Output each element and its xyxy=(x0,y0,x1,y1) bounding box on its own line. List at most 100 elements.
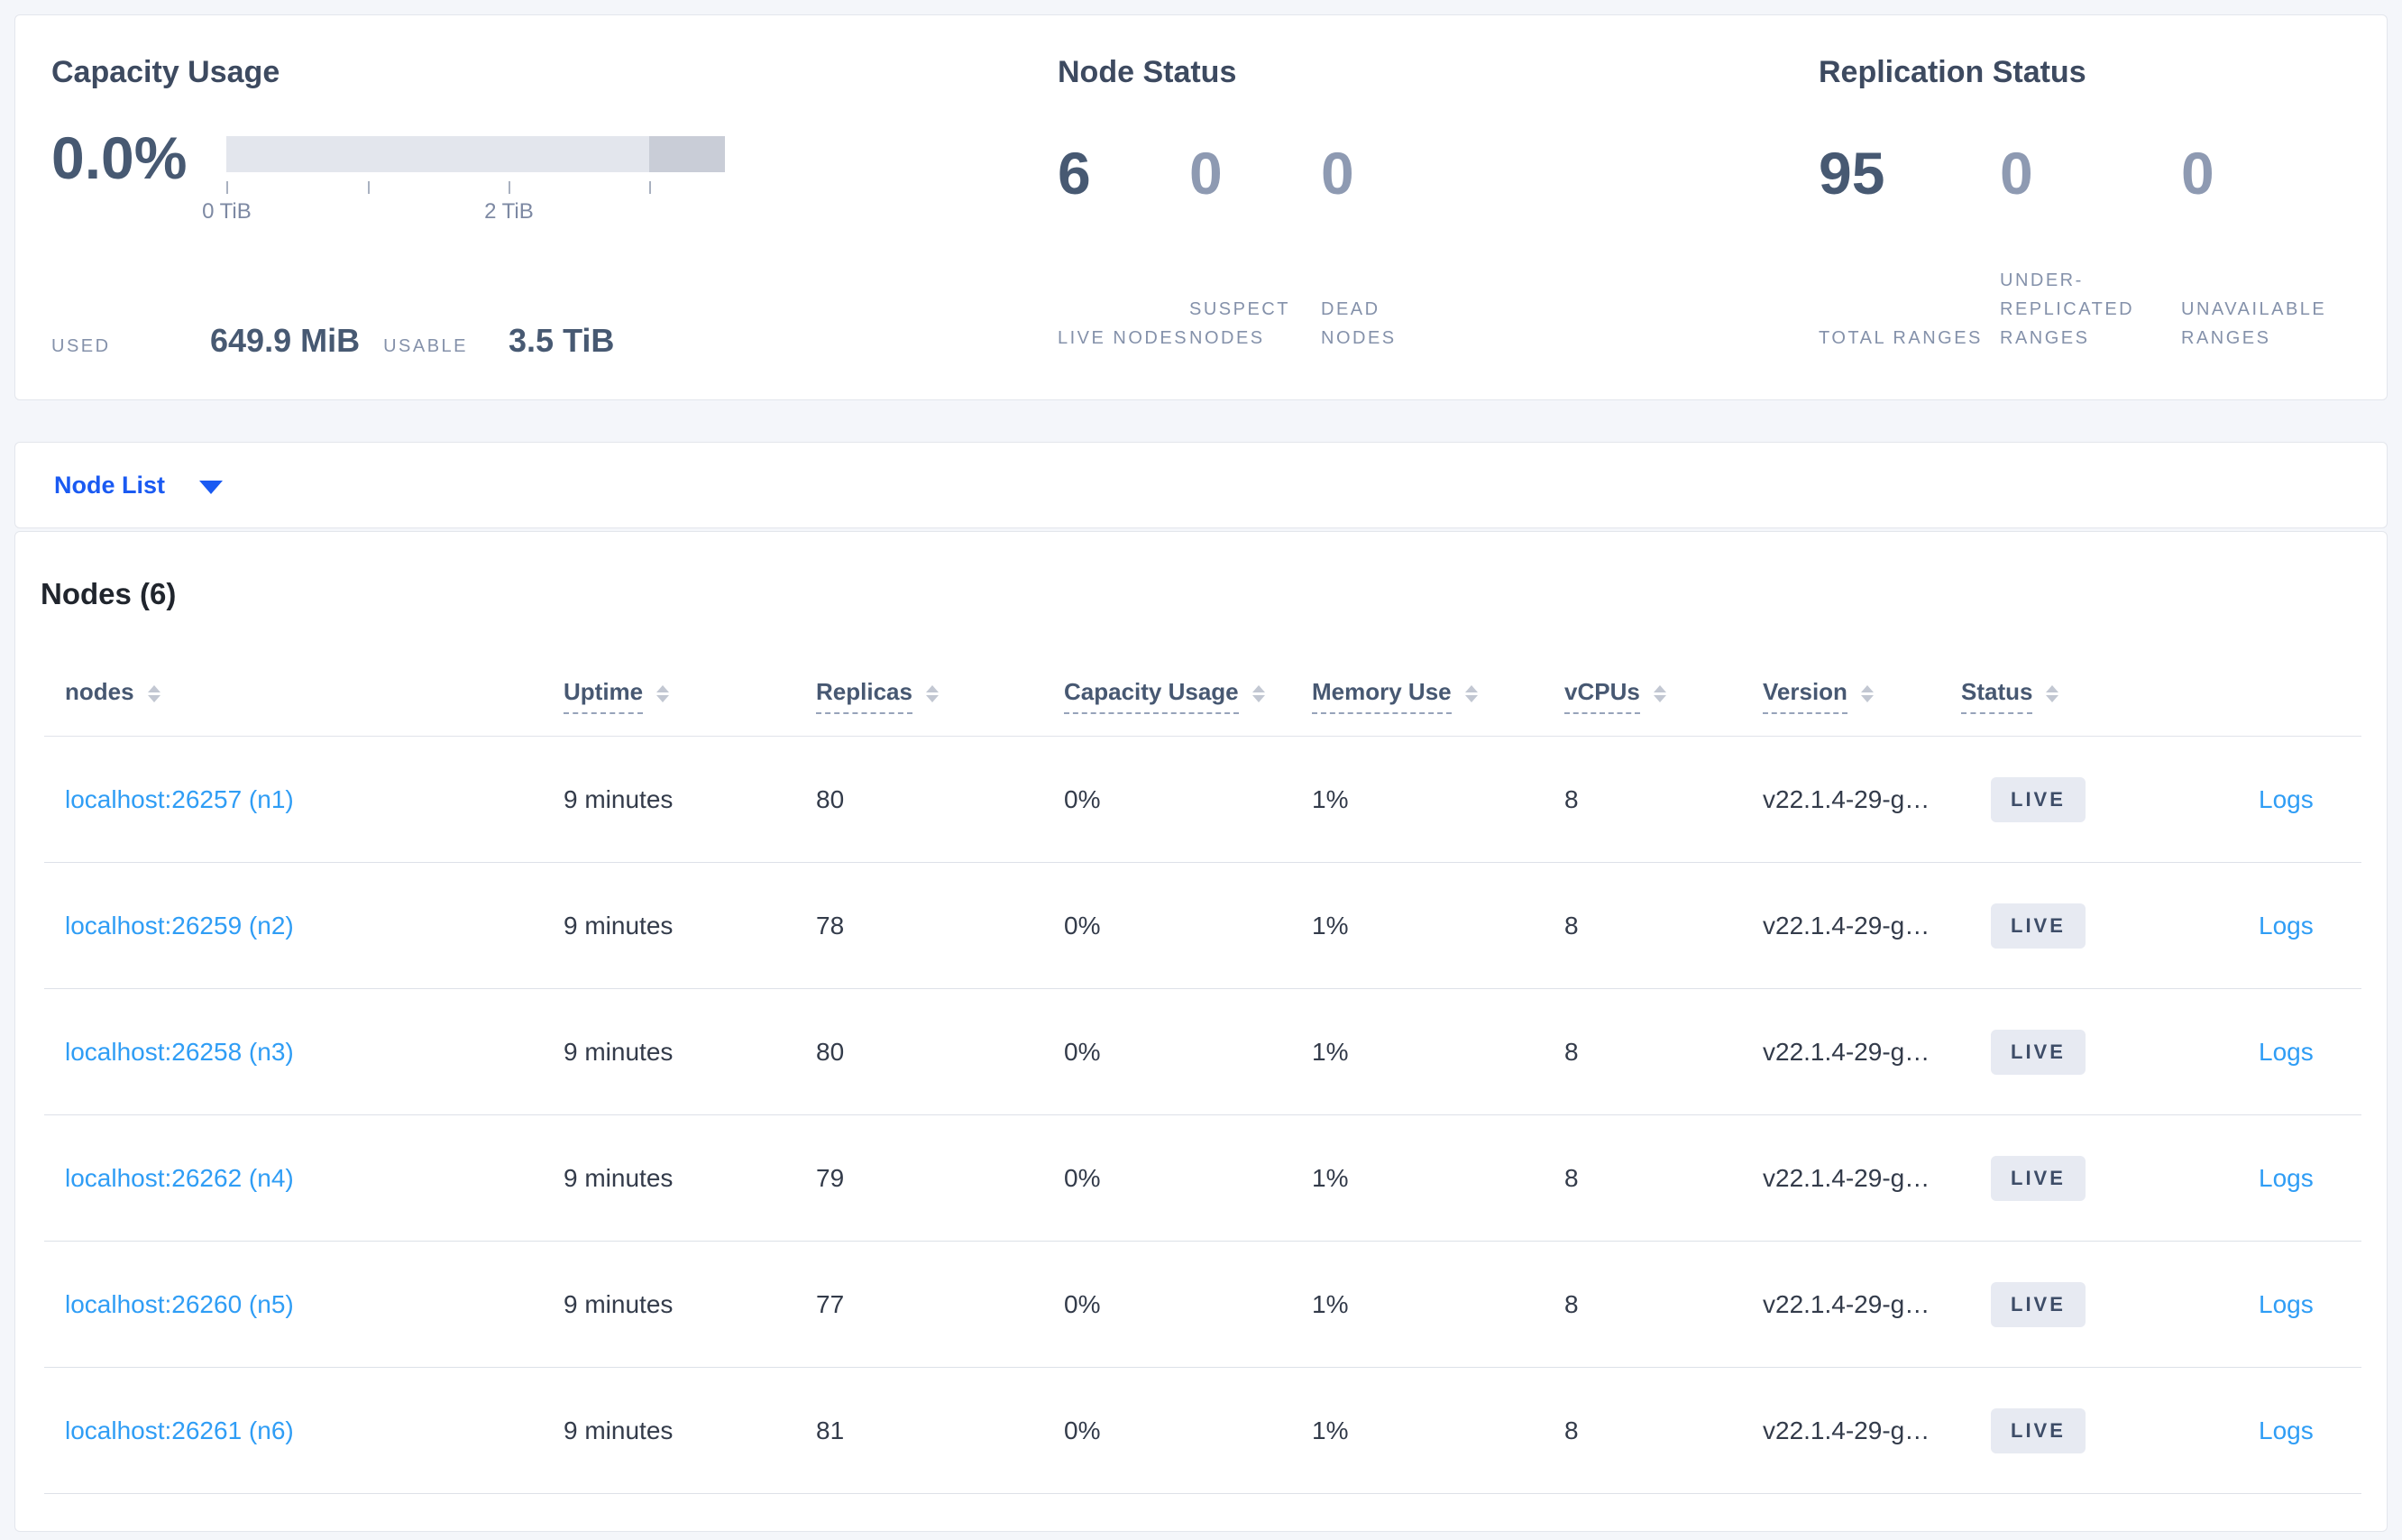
memory-use-cell: 1% xyxy=(1312,1163,1349,1192)
node-status-section: Node Status 6 LIVE NODES 0 SUSPECT NODES… xyxy=(1058,15,1490,399)
replication-status-section: Replication Status 95 TOTAL RANGES 0 UND… xyxy=(1819,15,2378,399)
logs-link[interactable]: Logs xyxy=(2259,1164,2314,1192)
capacity-bar-tick xyxy=(509,181,511,194)
nodes-table-body: localhost:26257 (n1) 9 minutes 80 0% 1% … xyxy=(44,737,2361,1494)
vcpus-cell: 8 xyxy=(1564,784,1579,813)
vcpus-cell: 8 xyxy=(1564,1163,1579,1192)
overview-panel: Capacity Usage 0.0% 0 TiB 2 TiB USED 649.… xyxy=(14,14,2388,400)
replicas-cell: 80 xyxy=(816,784,845,813)
capacity-usage-cell: 0% xyxy=(1064,1289,1101,1318)
uptime-cell: 9 minutes xyxy=(564,911,674,940)
node-link[interactable]: localhost:26261 (n6) xyxy=(65,1416,294,1444)
vcpus-cell: 8 xyxy=(1564,1416,1579,1444)
column-header-replicas[interactable]: Replicas xyxy=(816,678,1064,736)
node-link[interactable]: localhost:26258 (n3) xyxy=(65,1038,294,1066)
nodes-panel-title: Nodes (6) xyxy=(41,577,177,610)
node-list-selector[interactable]: Node List xyxy=(15,443,2387,527)
version-cell: v22.1.4-29-g… xyxy=(1763,911,1930,940)
used-value: 649.9 MiB xyxy=(210,322,361,359)
stat-value: 0 xyxy=(2181,140,2214,206)
stat-value: 95 xyxy=(1819,140,1885,206)
column-header-status[interactable]: Status xyxy=(1961,678,2259,736)
node-link[interactable]: localhost:26260 (n5) xyxy=(65,1290,294,1318)
version-cell: v22.1.4-29-g… xyxy=(1763,784,1930,813)
uptime-cell: 9 minutes xyxy=(564,1163,674,1192)
node-status-stats: 6 LIVE NODES 0 SUSPECT NODES 0 DEAD NODE… xyxy=(1058,143,1490,353)
logs-link[interactable]: Logs xyxy=(2259,1290,2314,1318)
stat: 0 SUSPECT NODES xyxy=(1189,143,1321,353)
chevron-down-icon xyxy=(199,480,224,494)
capacity-usage-title: Capacity Usage xyxy=(51,55,280,89)
capacity-bar-tick-label: 2 TiB xyxy=(484,199,534,224)
node-list-selector-label: Node List xyxy=(54,471,166,499)
replication-status-title: Replication Status xyxy=(1819,55,2086,89)
node-link[interactable]: localhost:26257 (n1) xyxy=(65,785,294,813)
stat: 95 TOTAL RANGES xyxy=(1819,143,2000,353)
capacity-bar-tick xyxy=(649,181,652,194)
capacity-usage-section: Capacity Usage 0.0% 0 TiB 2 TiB USED 649.… xyxy=(51,15,1025,399)
version-cell: v22.1.4-29-g… xyxy=(1763,1037,1930,1066)
vcpus-cell: 8 xyxy=(1564,1037,1579,1066)
replicas-cell: 81 xyxy=(816,1416,845,1444)
sort-icon xyxy=(656,684,670,702)
used-label: USED xyxy=(51,336,111,356)
logs-link[interactable]: Logs xyxy=(2259,912,2314,940)
version-cell: v22.1.4-29-g… xyxy=(1763,1289,1930,1318)
memory-use-cell: 1% xyxy=(1312,1037,1349,1066)
column-header-capacity-usage[interactable]: Capacity Usage xyxy=(1064,678,1312,736)
vcpus-cell: 8 xyxy=(1564,911,1579,940)
memory-use-cell: 1% xyxy=(1312,911,1349,940)
table-row: localhost:26260 (n5) 9 minutes 77 0% 1% … xyxy=(44,1242,2361,1368)
column-header-uptime[interactable]: Uptime xyxy=(564,678,816,736)
node-link[interactable]: localhost:26262 (n4) xyxy=(65,1164,294,1192)
view-selector-panel: Node List xyxy=(14,442,2388,528)
stat-value: 0 xyxy=(2000,140,2033,206)
sort-icon xyxy=(925,684,939,702)
nodes-table-header: nodes Uptime Replicas Capacity Usage Mem… xyxy=(44,628,2361,737)
column-header-version[interactable]: Version xyxy=(1763,678,1961,736)
sort-icon xyxy=(1653,684,1666,702)
nodes-table: nodes Uptime Replicas Capacity Usage Mem… xyxy=(44,628,2361,1494)
sort-icon xyxy=(1464,684,1478,702)
capacity-usage-cell: 0% xyxy=(1064,784,1101,813)
memory-use-cell: 1% xyxy=(1312,784,1349,813)
capacity-usage-cell: 0% xyxy=(1064,1416,1101,1444)
capacity-usage-chart: 0.0% 0 TiB 2 TiB xyxy=(51,124,1025,235)
status-badge: LIVE xyxy=(1991,1407,2086,1453)
sort-icon xyxy=(2046,684,2059,702)
status-badge: LIVE xyxy=(1991,1155,2086,1201)
status-badge: LIVE xyxy=(1991,1029,2086,1075)
uptime-cell: 9 minutes xyxy=(564,784,674,813)
replication-status-stats: 95 TOTAL RANGES 0 UNDER-REPLICATED RANGE… xyxy=(1819,143,2378,353)
column-header-nodes[interactable]: nodes xyxy=(65,678,564,736)
logs-link[interactable]: Logs xyxy=(2259,1416,2314,1444)
capacity-bar-unusable-segment xyxy=(649,136,726,172)
column-header-label: Replicas xyxy=(816,678,912,714)
version-cell: v22.1.4-29-g… xyxy=(1763,1416,1930,1444)
uptime-cell: 9 minutes xyxy=(564,1037,674,1066)
stat-label: UNAVAILABLE RANGES xyxy=(2181,299,2327,348)
stat: 0 DEAD NODES xyxy=(1321,143,1453,353)
version-cell: v22.1.4-29-g… xyxy=(1763,1163,1930,1192)
table-row: localhost:26262 (n4) 9 minutes 79 0% 1% … xyxy=(44,1115,2361,1242)
column-header-label: nodes xyxy=(65,678,134,705)
capacity-percent-value: 0.0% xyxy=(51,124,188,191)
memory-use-cell: 1% xyxy=(1312,1289,1349,1318)
uptime-cell: 9 minutes xyxy=(564,1289,674,1318)
uptime-cell: 9 minutes xyxy=(564,1416,674,1444)
node-link[interactable]: localhost:26259 (n2) xyxy=(65,912,294,940)
table-row: localhost:26258 (n3) 9 minutes 80 0% 1% … xyxy=(44,989,2361,1115)
capacity-usage-cell: 0% xyxy=(1064,1037,1101,1066)
column-header-vcpus[interactable]: vCPUs xyxy=(1564,678,1763,736)
stat-label: TOTAL RANGES xyxy=(1819,328,1983,348)
stat-value: 0 xyxy=(1189,140,1223,206)
capacity-bar-tick xyxy=(226,181,229,194)
logs-link[interactable]: Logs xyxy=(2259,785,2314,813)
replicas-cell: 80 xyxy=(816,1037,845,1066)
replicas-cell: 77 xyxy=(816,1289,845,1318)
nodes-panel: Nodes (6) nodes Uptime Replicas Capacity… xyxy=(14,531,2388,1532)
capacity-usage-cell: 0% xyxy=(1064,911,1101,940)
logs-link[interactable]: Logs xyxy=(2259,1038,2314,1066)
column-header-memory-use[interactable]: Memory Use xyxy=(1312,678,1564,736)
column-header-label: Memory Use xyxy=(1312,678,1452,714)
